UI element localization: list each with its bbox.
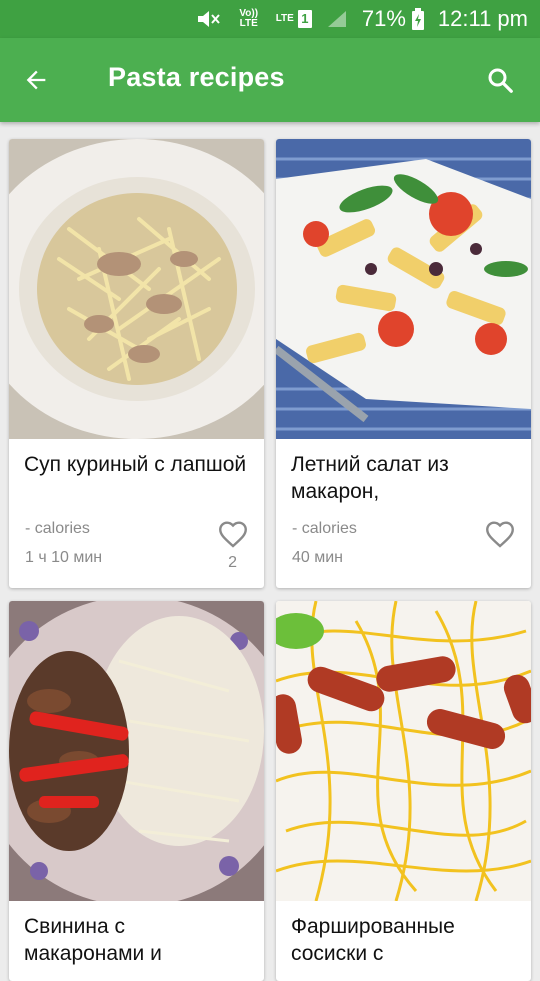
app-bar: Pasta recipes	[0, 38, 540, 122]
search-button[interactable]	[480, 60, 520, 100]
recipe-calories: - calories	[25, 520, 90, 537]
recipe-calories: - calories	[292, 520, 357, 537]
recipe-title: Свинина с макаронами и	[24, 915, 162, 965]
search-icon	[488, 68, 513, 93]
clock: 12:11 pm	[437, 6, 528, 31]
mute-icon	[196, 9, 222, 29]
signal-icon	[326, 9, 348, 29]
recipe-time: 1 ч 10 мин	[25, 549, 103, 566]
status-bar: Vo)) LTE LTE 1 71% 12:11 pm	[0, 0, 540, 38]
recipe-image	[276, 601, 531, 901]
sim-slot-label: 1	[297, 10, 312, 28]
battery-percent: 71%	[361, 6, 406, 31]
volte-indicator: Vo)) LTE	[239, 8, 259, 29]
battery-charging-icon	[411, 8, 424, 30]
recipe-title: Фаршированные сосиски с	[291, 915, 455, 965]
recipe-card[interactable]: Летний салат из макарон, - calories 40 м…	[276, 139, 531, 588]
recipe-title: Летний салат из макарон,	[291, 453, 449, 503]
recipe-image	[9, 601, 264, 901]
recipe-image	[276, 139, 531, 439]
recipe-card[interactable]: Свинина с макаронами и	[9, 601, 264, 981]
page-title: Pasta recipes	[108, 62, 285, 92]
lte-indicator: LTE	[275, 13, 294, 24]
recipe-card[interactable]: Суп куриный с лапшой - calories 1 ч 10 м…	[9, 139, 264, 588]
recipe-time: 40 мин	[292, 549, 344, 566]
recipe-card[interactable]: Фаршированные сосиски с	[276, 601, 531, 981]
arrow-back-icon	[26, 70, 46, 90]
likes-count: 2	[228, 554, 237, 571]
sim-icon: 1	[297, 10, 312, 28]
favorite-icon[interactable]	[483, 517, 517, 551]
back-button[interactable]	[16, 60, 56, 100]
recipe-title: Суп куриный с лапшой	[24, 453, 247, 476]
favorite-icon[interactable]	[216, 517, 250, 551]
recipe-image	[9, 139, 264, 439]
